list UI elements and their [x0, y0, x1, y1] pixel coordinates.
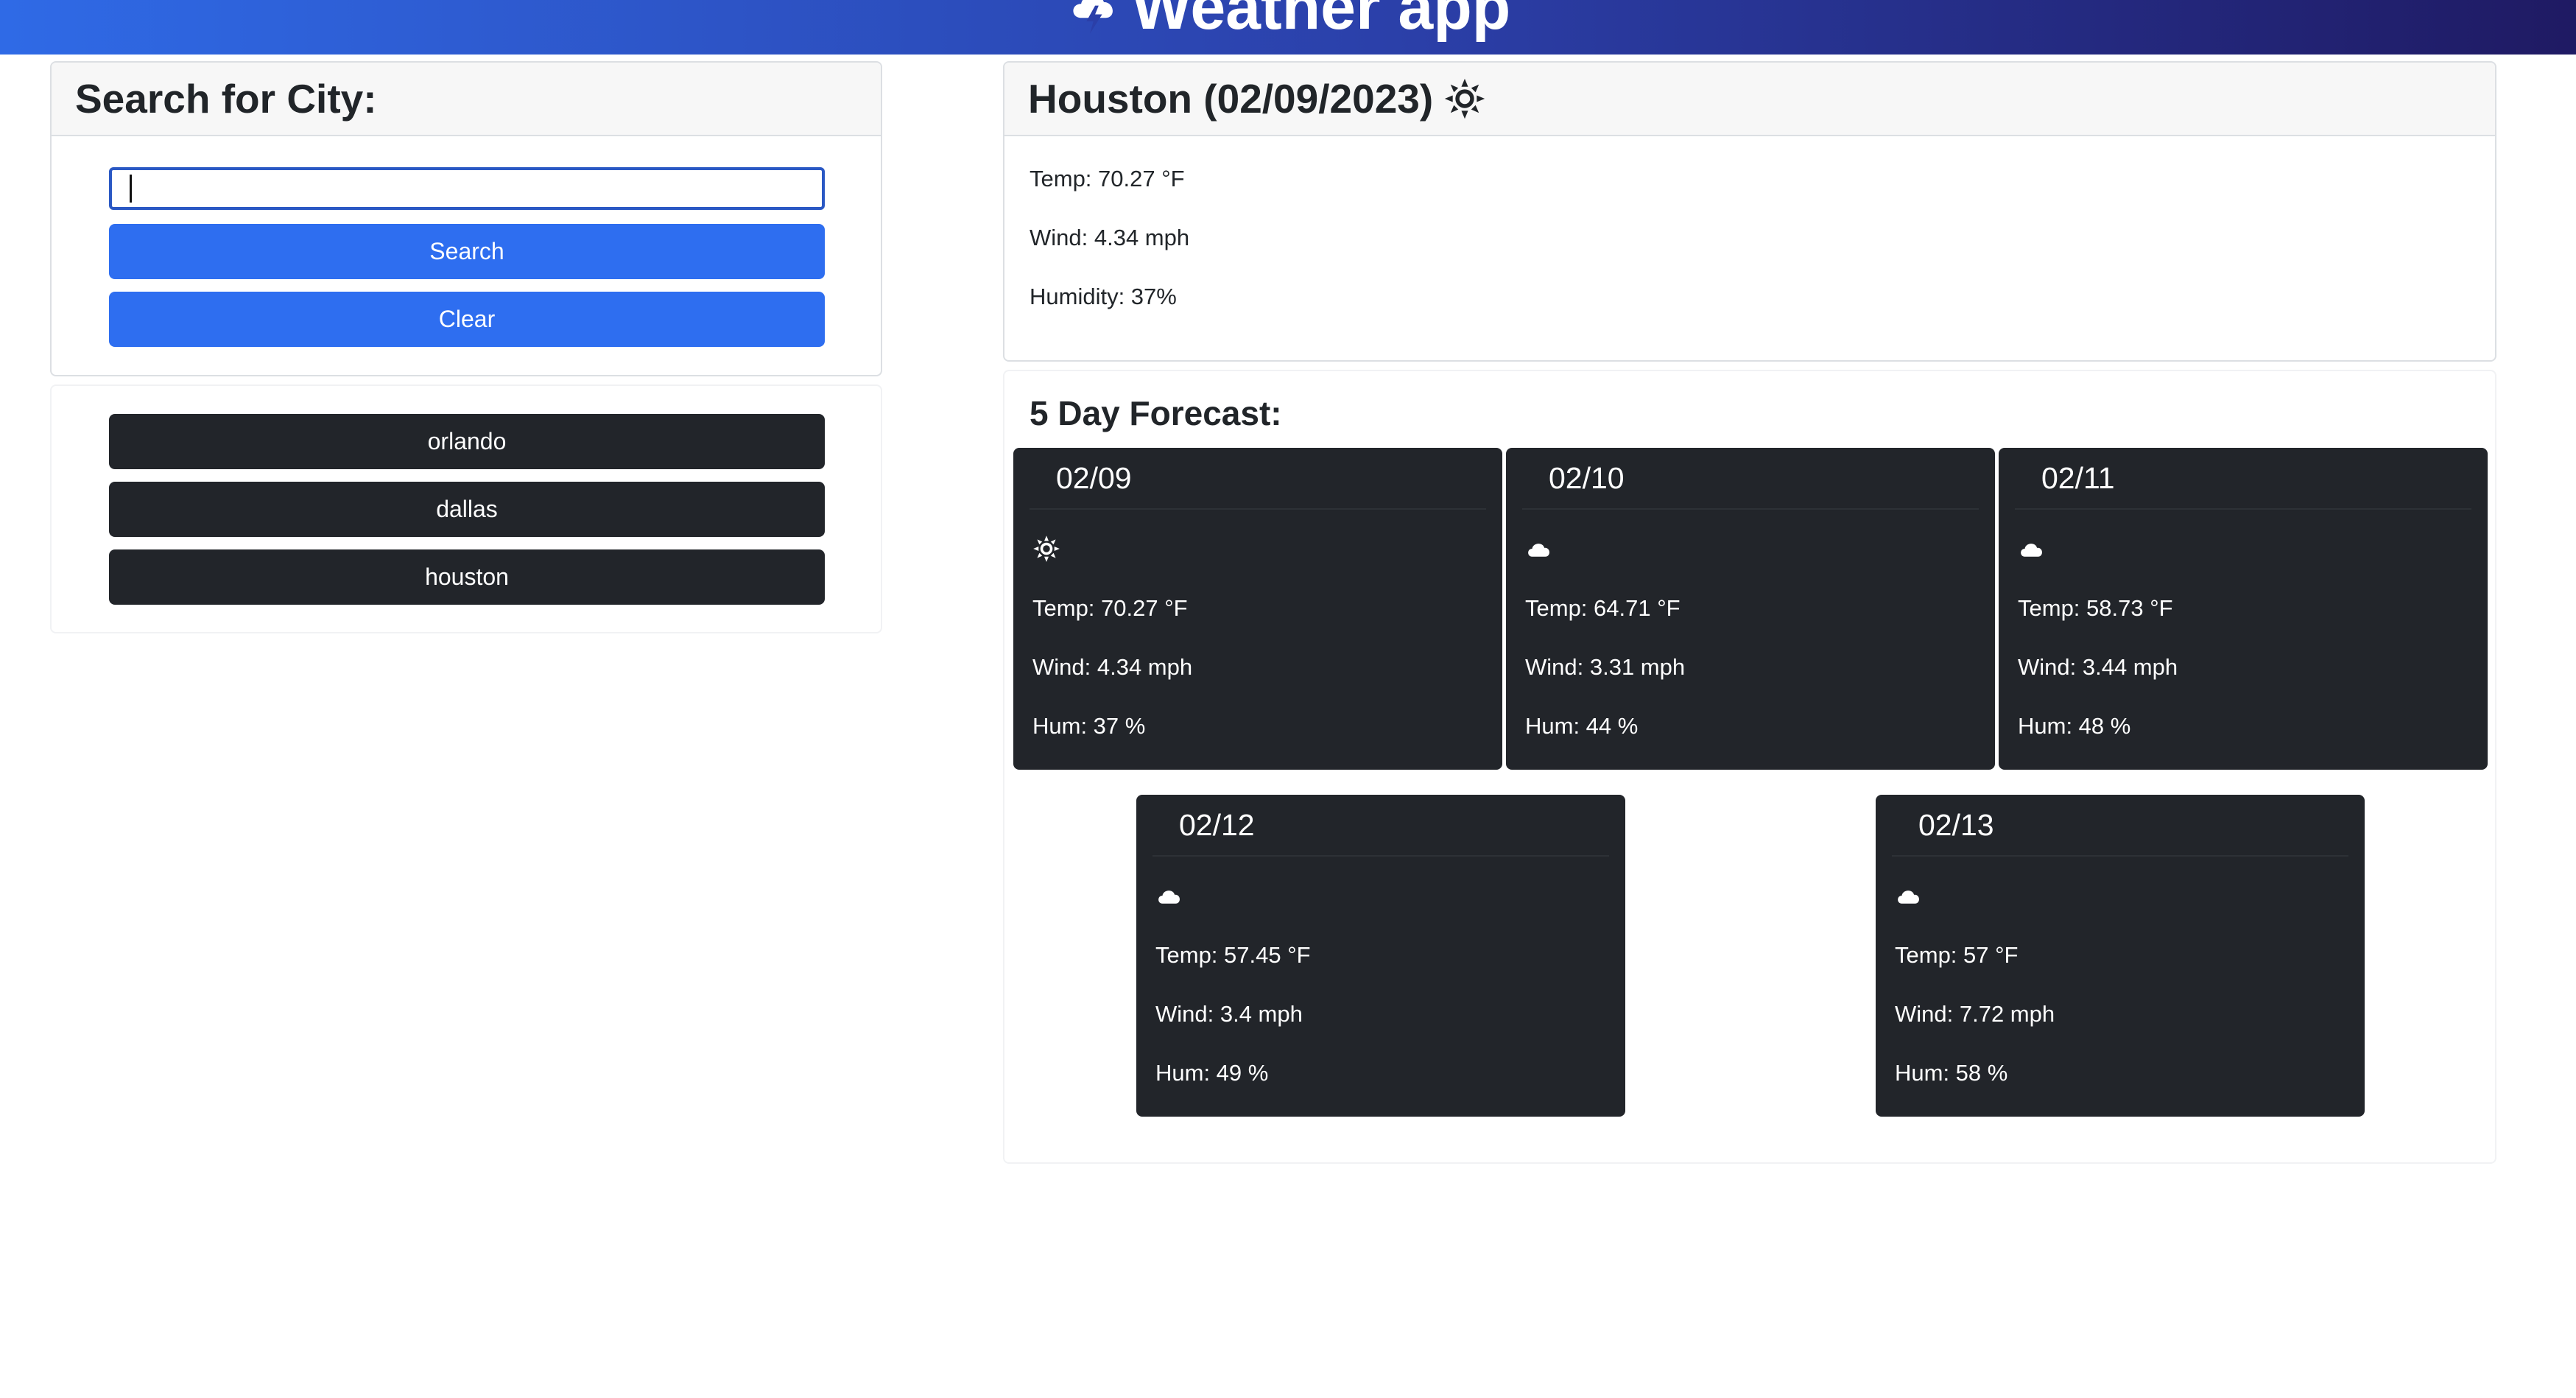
sun-icon: [1445, 78, 1485, 119]
current-weather-header: Houston (02/09/2023): [1004, 63, 2495, 136]
app-brand: Weather app: [1066, 0, 1511, 44]
search-card: Search for City: Search Clear: [50, 61, 882, 376]
forecast-wind: Wind: 3.4 mph: [1155, 1001, 1303, 1027]
history-item-dallas[interactable]: dallas: [109, 482, 825, 537]
text-caret: [130, 175, 132, 203]
current-wind: Wind: 4.34 mph: [1030, 225, 1190, 250]
forecast-title: 5 Day Forecast:: [1030, 394, 1282, 432]
forecast-wind: Wind: 3.31 mph: [1525, 654, 1686, 680]
sun-icon: [1033, 535, 1060, 562]
forecast-humidity: Hum: 37 %: [1032, 713, 1146, 739]
forecast-date: 02/10: [1522, 448, 1979, 510]
search-button[interactable]: Search: [109, 224, 825, 279]
forecast-humidity: Hum: 49 %: [1155, 1060, 1269, 1086]
search-history: orlando dallas houston: [50, 384, 882, 633]
forecast-card: 02/09 Temp: 70.27 °F Wind: 4.34 mph Hum:…: [1013, 448, 1502, 770]
clear-button[interactable]: Clear: [109, 292, 825, 347]
forecast-temp: Temp: 70.27 °F: [1032, 595, 1188, 621]
lightning-cloud-icon: [1073, 0, 1113, 34]
forecast-section: 5 Day Forecast: 02/09 Temp: 70.27 °F Win…: [1003, 370, 2496, 1164]
forecast-card: 02/11 Temp: 58.73 °F Wind: 3.44 mph Hum:…: [1999, 448, 2488, 770]
forecast-date: 02/11: [2015, 448, 2471, 510]
city-search-input[interactable]: [109, 167, 825, 210]
app-title: Weather app: [1131, 0, 1511, 43]
forecast-humidity: Hum: 58 %: [1895, 1060, 2008, 1086]
cloud-icon: [1528, 544, 1549, 557]
app-header: Weather app: [0, 0, 2576, 55]
search-heading: Search for City:: [52, 63, 881, 136]
cloud-icon: [2021, 544, 2042, 557]
cloud-icon: [1898, 891, 1919, 904]
cloud-icon: [1158, 891, 1180, 904]
forecast-wind: Wind: 7.72 mph: [1895, 1001, 2055, 1027]
forecast-humidity: Hum: 48 %: [2018, 713, 2131, 739]
current-temp: Temp: 70.27 °F: [1030, 166, 1185, 192]
history-item-houston[interactable]: houston: [109, 549, 825, 605]
forecast-temp: Temp: 57 °F: [1895, 942, 2019, 968]
current-humidity: Humidity: 37%: [1030, 284, 1177, 309]
history-item-orlando[interactable]: orlando: [109, 414, 825, 469]
forecast-temp: Temp: 64.71 °F: [1525, 595, 1681, 621]
current-weather-card: Houston (02/09/2023) Temp: 70.27 °F Wind…: [1003, 61, 2496, 362]
forecast-temp: Temp: 57.45 °F: [1155, 942, 1311, 968]
forecast-humidity: Hum: 44 %: [1525, 713, 1639, 739]
forecast-temp: Temp: 58.73 °F: [2018, 595, 2173, 621]
forecast-date: 02/13: [1892, 795, 2348, 857]
forecast-card: 02/12 Temp: 57.45 °F Wind: 3.4 mph Hum: …: [1136, 795, 1625, 1117]
forecast-wind: Wind: 3.44 mph: [2018, 654, 2178, 680]
forecast-date: 02/09: [1030, 448, 1486, 510]
forecast-card: 02/10 Temp: 64.71 °F Wind: 3.31 mph Hum:…: [1506, 448, 1995, 770]
forecast-date: 02/12: [1152, 795, 1609, 857]
current-city-date: Houston (02/09/2023): [1028, 76, 1434, 122]
forecast-wind: Wind: 4.34 mph: [1032, 654, 1193, 680]
forecast-card: 02/13 Temp: 57 °F Wind: 7.72 mph Hum: 58…: [1876, 795, 2365, 1117]
